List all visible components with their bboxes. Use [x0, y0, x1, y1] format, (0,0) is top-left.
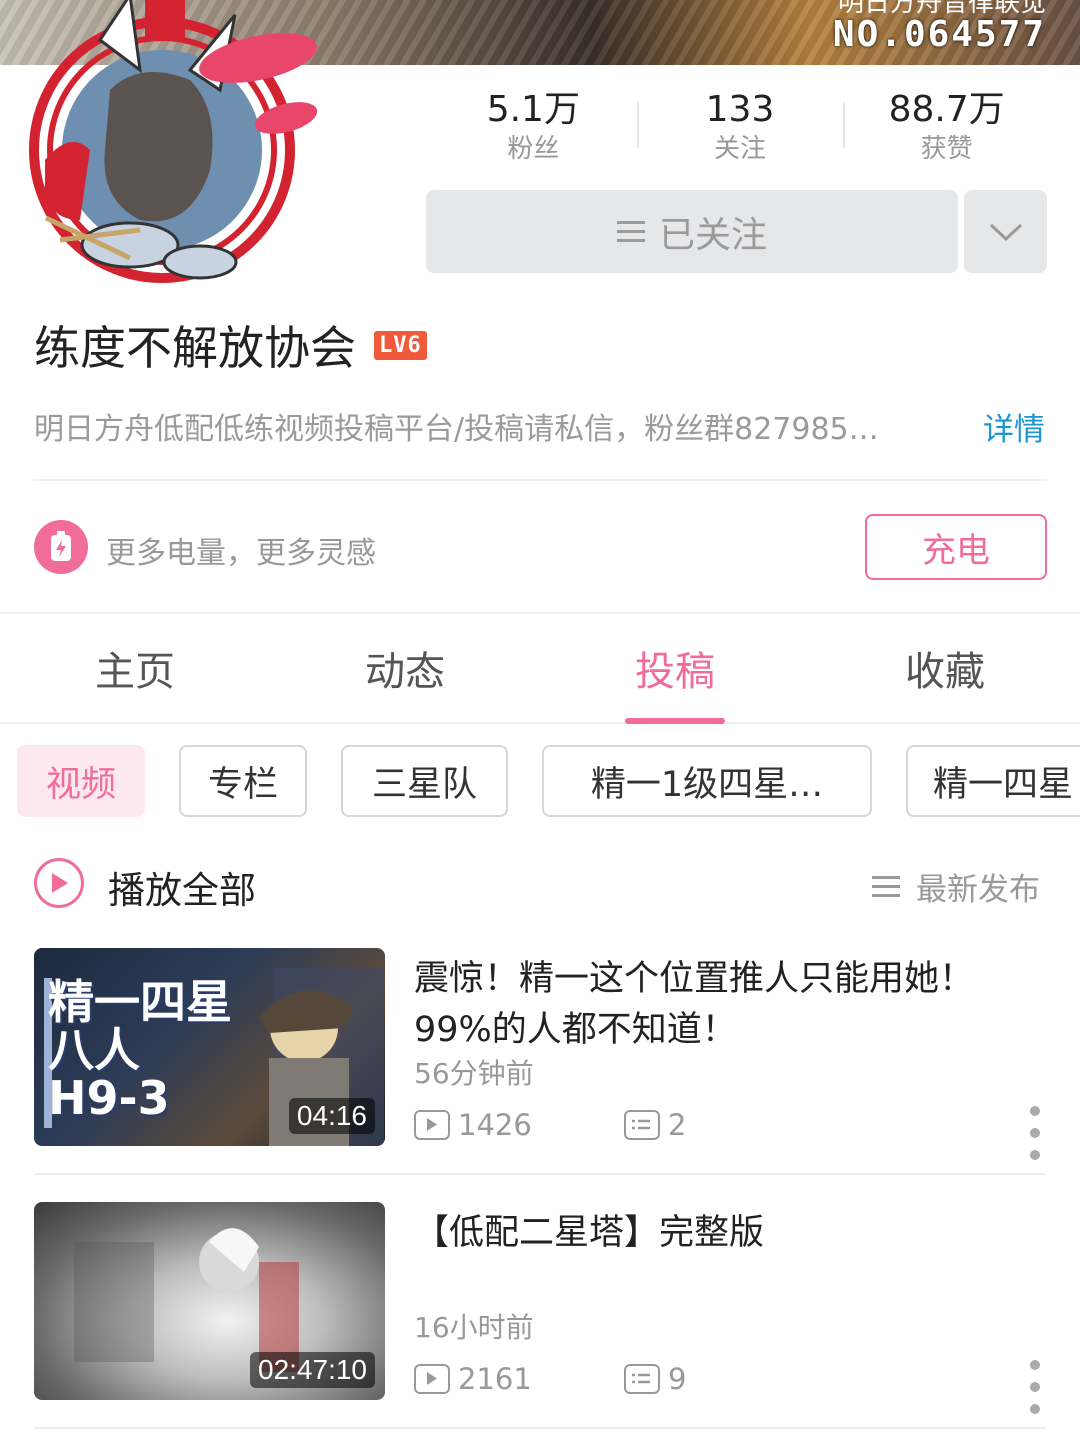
video-upload-time: 56分钟前 [414, 1057, 534, 1090]
video-item[interactable]: 精一四星 八人 H9-3 04:16 震惊！精一这个位置推人只能用她！99%的人… [34, 948, 1046, 1160]
play-all-icon[interactable] [34, 858, 84, 908]
charge-button[interactable]: 充电 [865, 514, 1047, 580]
profile-tabs: 主页 动态 投稿 收藏 [0, 614, 1080, 724]
profile-name: 练度不解放协会 [34, 321, 356, 375]
follow-options-button[interactable] [964, 190, 1047, 273]
comment-count-value: 9 [668, 1362, 687, 1396]
chip-column[interactable]: 专栏 [179, 745, 307, 817]
battery-icon [34, 520, 88, 574]
stat-fans-label: 粉丝 [507, 134, 560, 164]
comment-count-icon [624, 1110, 660, 1140]
stat-likes-label: 获赞 [920, 134, 973, 164]
avatar[interactable] [20, 0, 330, 300]
chip-video[interactable]: 视频 [17, 745, 145, 817]
play-count: 1426 [414, 1108, 624, 1142]
tab-home[interactable]: 主页 [0, 614, 270, 722]
profile-bio[interactable]: 明日方舟低配低练视频投稿平台/投稿请私信，粉丝群827985… [34, 404, 954, 448]
comment-count: 9 [624, 1362, 686, 1396]
divider [34, 1427, 1046, 1429]
video-thumbnail[interactable]: 精一四星 八人 H9-3 04:16 [34, 948, 385, 1146]
stat-fans[interactable]: 5.1万 粉丝 [430, 88, 637, 168]
filter-chips: 视频 专栏 三星队 精一1级四星… 精一四星 [0, 745, 1080, 817]
thumbnail-caption-line: H9-3 [48, 1071, 170, 1125]
video-thumbnail[interactable]: 02:47:10 [34, 1202, 385, 1400]
chevron-down-icon [989, 223, 1022, 241]
play-count-value: 2161 [458, 1362, 532, 1396]
profile-name-row: 练度不解放协会 LV6 [34, 312, 427, 378]
video-stats: 2161 9 [414, 1362, 686, 1396]
menu-icon [616, 220, 645, 243]
stat-likes-value: 88.7万 [888, 89, 1005, 130]
comment-count-icon [624, 1364, 660, 1394]
thumbnail-caption-line: 八人 [48, 1023, 140, 1077]
tab-dynamics[interactable]: 动态 [270, 614, 540, 722]
stat-following-value: 133 [705, 89, 775, 130]
tab-uploads[interactable]: 投稿 [540, 614, 810, 722]
more-options-icon[interactable] [1028, 1106, 1042, 1160]
video-item[interactable]: 02:47:10 【低配二星塔】完整版 16小时前 2161 9 [34, 1202, 1046, 1414]
divider [34, 479, 1046, 481]
comment-count: 2 [624, 1108, 686, 1142]
chip-e1-lv1-four-star[interactable]: 精一1级四星… [542, 745, 872, 817]
avatar-image [29, 0, 318, 283]
charge-slogan: 更多电量，更多灵感 [106, 536, 376, 571]
more-options-icon[interactable] [1028, 1360, 1042, 1414]
stat-likes[interactable]: 88.7万 获赞 [843, 88, 1050, 168]
play-count-icon [414, 1110, 450, 1140]
sort-label: 最新发布 [916, 872, 1040, 908]
sort-button[interactable]: 最新发布 [872, 864, 1040, 909]
stat-fans-value: 5.1万 [486, 89, 580, 130]
play-count-value: 1426 [458, 1108, 532, 1142]
sort-icon [872, 875, 900, 898]
video-duration: 04:16 [288, 1098, 375, 1134]
banner-number: NO.064577 [832, 14, 1046, 55]
followed-button-label: 已关注 [658, 214, 767, 256]
stats-bar: 5.1万 粉丝 133 关注 88.7万 获赞 [430, 88, 1050, 168]
chip-three-star-team[interactable]: 三星队 [341, 745, 508, 817]
stat-following-label: 关注 [714, 134, 767, 164]
thumbnail-caption-line: 精一四星 [48, 975, 232, 1029]
thumbnail-caption: 精一四星 八人 H9-3 [48, 978, 232, 1122]
video-title[interactable]: 【低配二星塔】完整版 [414, 1208, 1024, 1259]
comment-count-value: 2 [668, 1108, 687, 1142]
divider [34, 1173, 1046, 1175]
video-stats: 1426 2 [414, 1108, 686, 1142]
chip-e1-four-star[interactable]: 精一四星 [906, 745, 1080, 817]
followed-button[interactable]: 已关注 [426, 190, 958, 273]
level-badge: LV6 [374, 330, 427, 360]
video-title[interactable]: 震惊！精一这个位置推人只能用她！99%的人都不知道！ [414, 954, 1024, 1056]
video-duration: 02:47:10 [250, 1352, 375, 1388]
tab-favorites[interactable]: 收藏 [810, 614, 1080, 722]
video-upload-time: 16小时前 [414, 1311, 534, 1344]
play-count-icon [414, 1364, 450, 1394]
stat-following[interactable]: 133 关注 [636, 88, 844, 168]
bio-detail-link[interactable]: 详情 [983, 404, 1045, 449]
play-all-button[interactable]: 播放全部 [108, 860, 256, 914]
play-count: 2161 [414, 1362, 624, 1396]
